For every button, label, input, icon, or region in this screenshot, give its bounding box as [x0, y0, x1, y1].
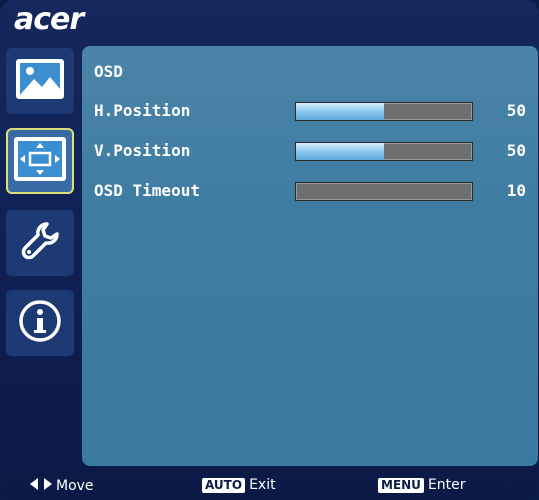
picture-icon	[14, 57, 66, 105]
move-hint: Move	[30, 477, 94, 495]
osd-settings-panel: OSD H.Position 50 V.Position 50 OSD Time…	[82, 46, 538, 466]
exit-label: Exit	[249, 477, 276, 493]
left-right-arrows-icon	[30, 477, 52, 495]
v-position-slider[interactable]	[295, 142, 473, 161]
setting-label: H.Position	[94, 101, 191, 120]
panel-title: OSD	[94, 62, 123, 81]
setting-row-osd-timeout[interactable]: OSD Timeout 10	[82, 180, 538, 202]
sidebar-item-settings[interactable]	[6, 210, 74, 276]
setting-row-v-position[interactable]: V.Position 50	[82, 140, 538, 162]
info-icon	[17, 298, 63, 348]
setting-label: V.Position	[94, 141, 191, 160]
sidebar-item-picture[interactable]	[6, 48, 74, 114]
enter-hint: MENU Enter	[378, 477, 466, 493]
wrench-icon	[17, 218, 63, 268]
setting-value: 10	[506, 181, 526, 200]
setting-row-h-position[interactable]: H.Position 50	[82, 100, 538, 122]
enter-label: Enter	[427, 477, 466, 493]
setting-value: 50	[506, 101, 526, 120]
setting-value: 50	[506, 141, 526, 160]
sidebar-item-osd[interactable]	[6, 128, 74, 194]
sidebar-item-information[interactable]	[6, 290, 74, 356]
osd-timeout-slider[interactable]	[295, 182, 473, 201]
exit-hint: AUTO Exit	[202, 477, 276, 493]
setting-label: OSD Timeout	[94, 181, 200, 200]
slider-fill	[296, 143, 384, 160]
h-position-slider[interactable]	[295, 102, 473, 121]
brand-logo: acer	[14, 2, 84, 37]
auto-key: AUTO	[202, 477, 246, 493]
move-label: Move	[56, 478, 94, 494]
slider-fill	[296, 103, 384, 120]
osd-position-icon	[11, 134, 69, 188]
footer-hints: Move AUTO Exit MENU Enter	[0, 470, 539, 500]
menu-key: MENU	[378, 477, 424, 493]
